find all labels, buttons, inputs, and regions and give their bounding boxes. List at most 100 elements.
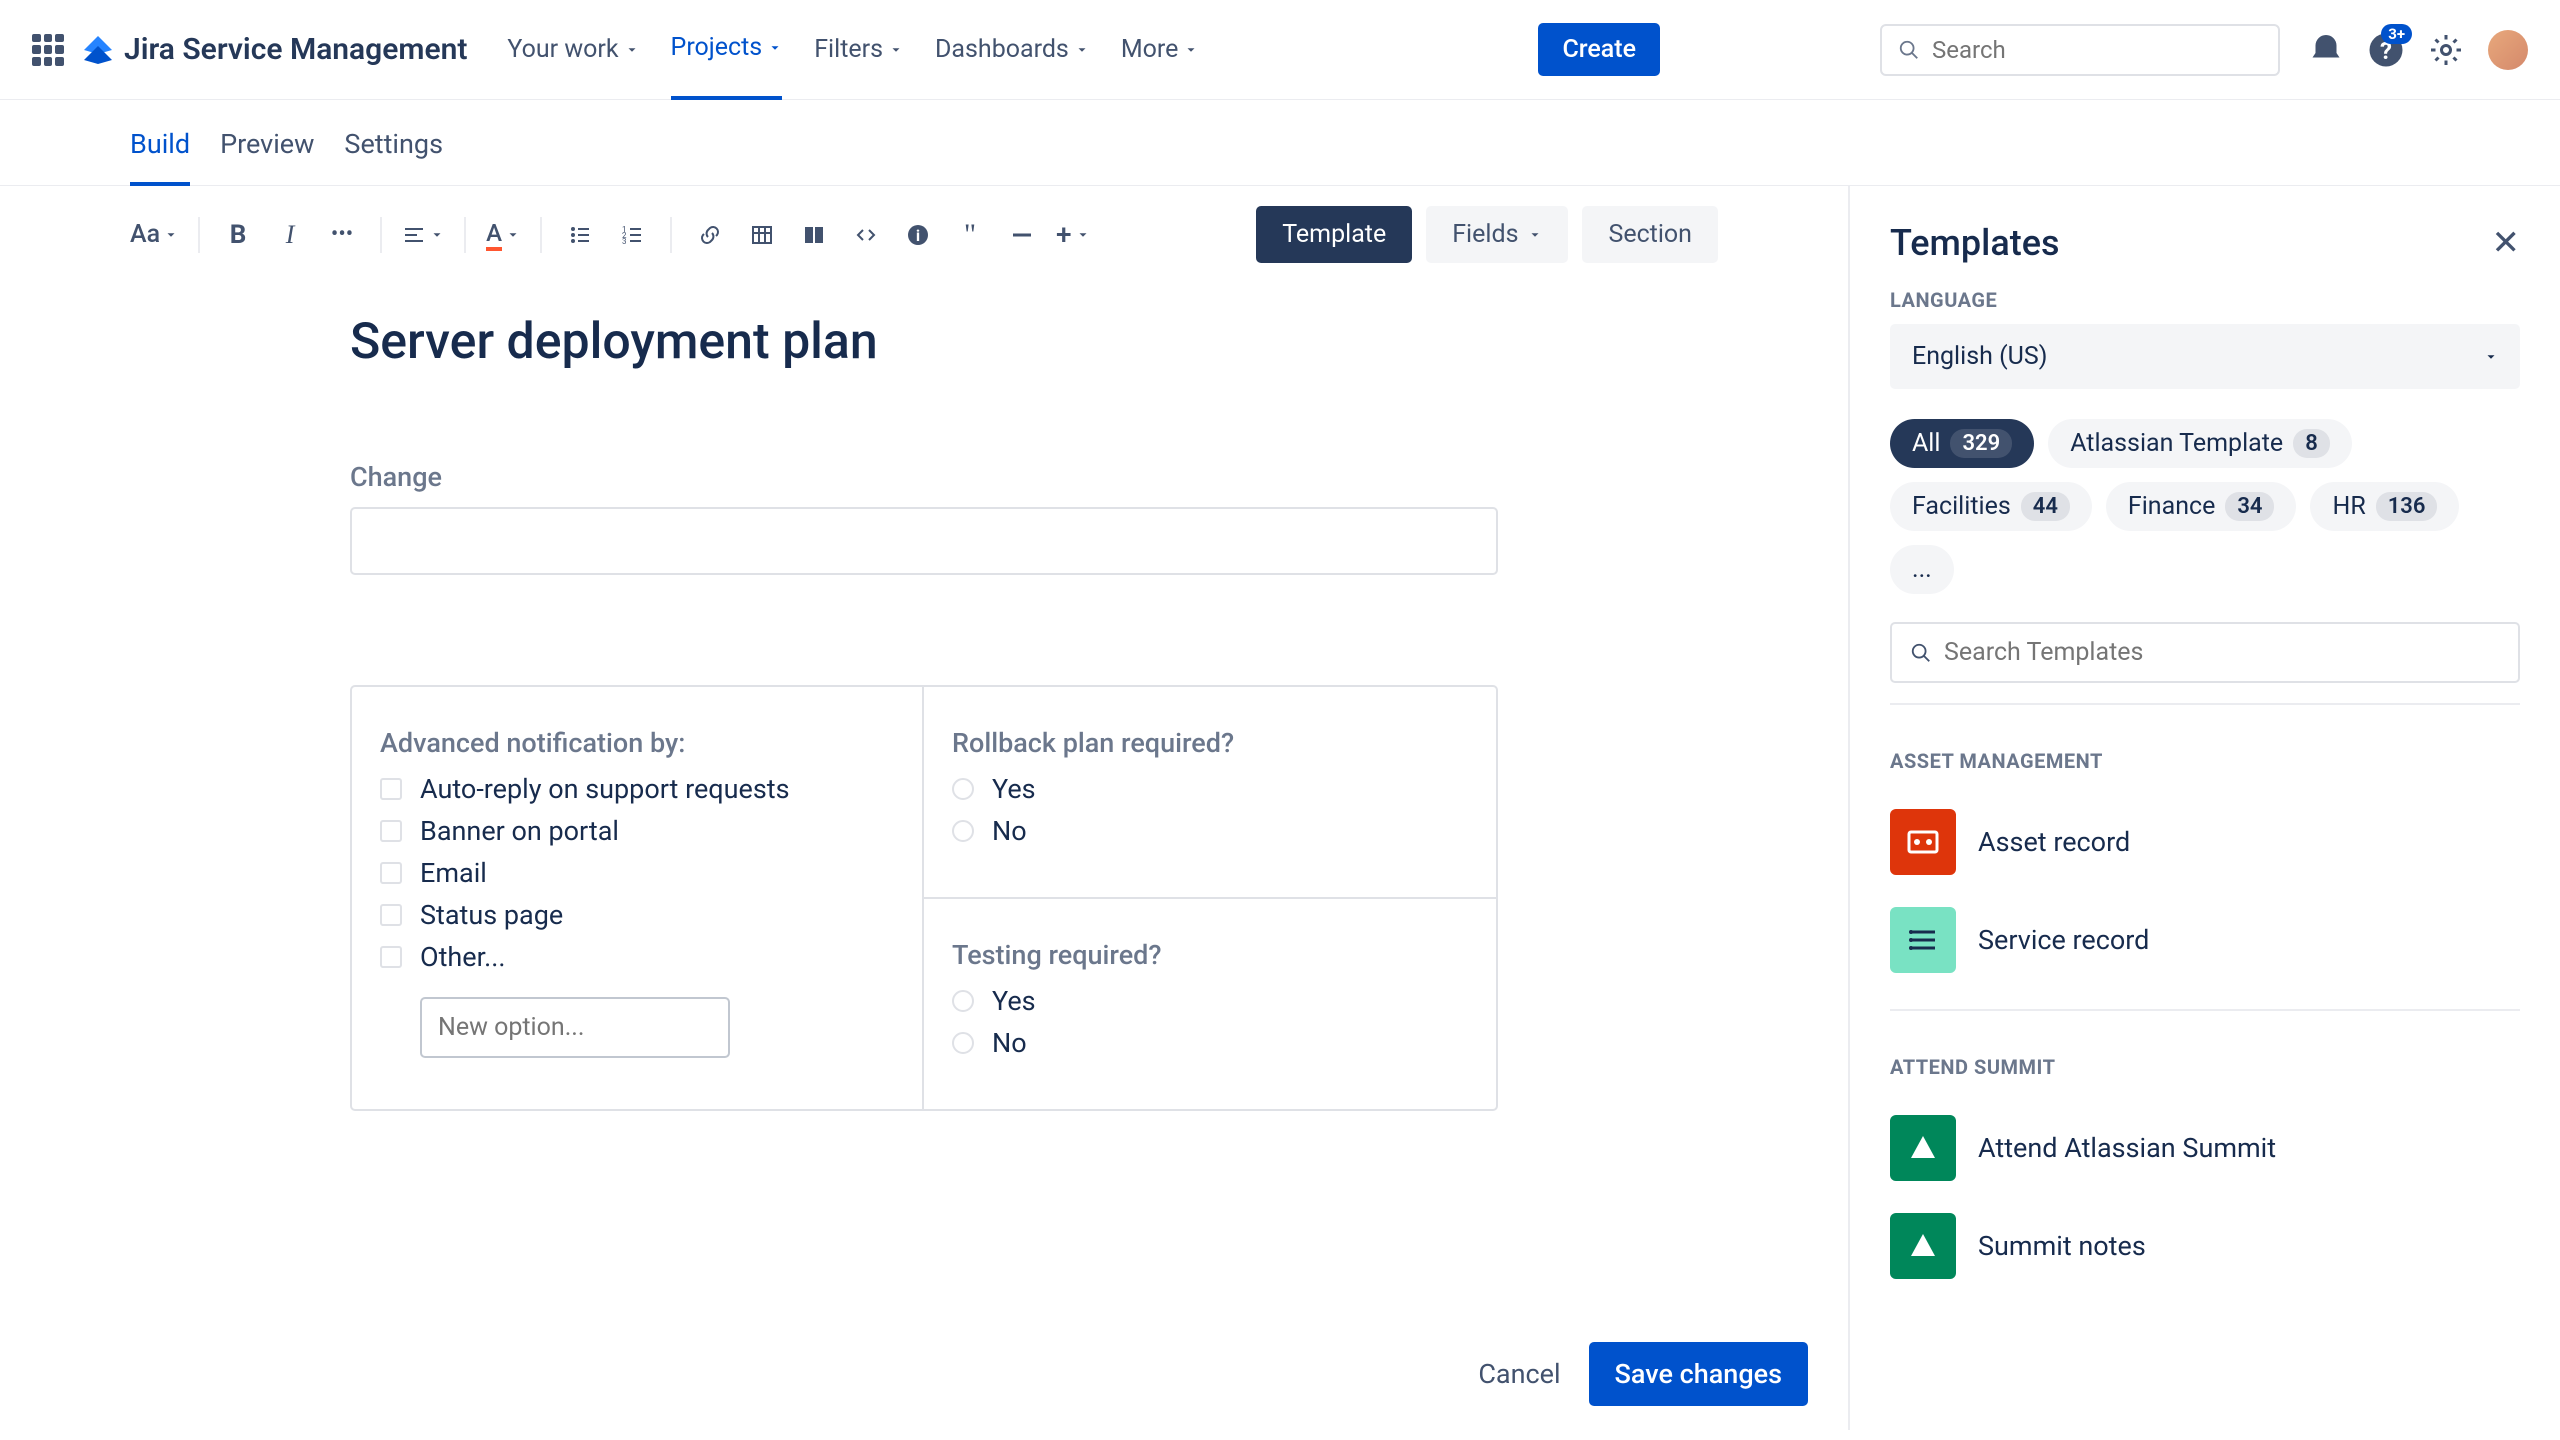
cancel-button[interactable]: Cancel: [1478, 1358, 1560, 1390]
chip-count: 44: [2021, 492, 2070, 521]
notifications-icon[interactable]: [2308, 32, 2344, 68]
checkbox-option[interactable]: Status page: [380, 899, 894, 931]
more-chips[interactable]: ...: [1890, 545, 1954, 594]
create-button[interactable]: Create: [1538, 23, 1660, 76]
close-icon[interactable]: ✕: [2492, 223, 2521, 263]
tab-preview[interactable]: Preview: [220, 128, 314, 185]
tab-settings[interactable]: Settings: [344, 128, 443, 185]
option-label: Email: [420, 857, 487, 889]
radio-option[interactable]: No: [952, 815, 1468, 847]
chip-count: 136: [2376, 492, 2438, 521]
templates-search-input[interactable]: [1944, 638, 2500, 667]
option-label: No: [992, 1027, 1027, 1059]
svg-text:i: i: [916, 226, 920, 245]
tab-build[interactable]: Build: [130, 128, 190, 186]
template-name: Service record: [1978, 924, 2149, 956]
layout-icon[interactable]: [796, 217, 832, 253]
radio-icon: [952, 820, 974, 842]
chip-count: 34: [2225, 492, 2274, 521]
info-icon[interactable]: i: [900, 217, 936, 253]
language-select[interactable]: English (US): [1890, 324, 2520, 389]
chip-label: Facilities: [1912, 492, 2011, 521]
checkbox-option[interactable]: Other...: [380, 941, 894, 973]
nav-more[interactable]: More: [1121, 0, 1199, 100]
template-button[interactable]: Template: [1256, 206, 1412, 263]
align-dropdown[interactable]: [402, 217, 444, 253]
search-icon: [1910, 642, 1932, 664]
checkbox-option[interactable]: Email: [380, 857, 894, 889]
template-icon: [1890, 907, 1956, 973]
template-item[interactable]: Service record: [1890, 891, 2520, 989]
table-icon[interactable]: [744, 217, 780, 253]
fields-button[interactable]: Fields: [1426, 206, 1568, 263]
option-label: No: [992, 815, 1027, 847]
bullet-list-icon[interactable]: [562, 217, 598, 253]
section-button[interactable]: Section: [1582, 206, 1718, 263]
nav-projects[interactable]: Projects: [671, 0, 783, 100]
radio-option[interactable]: No: [952, 1027, 1468, 1059]
editor-toolbar: Aa B I ••• A 123: [0, 186, 1848, 283]
template-item[interactable]: Attend Atlassian Summit: [1890, 1099, 2520, 1197]
global-search[interactable]: [1880, 24, 2280, 76]
nav-dashboards[interactable]: Dashboards: [935, 0, 1089, 100]
radio-option[interactable]: Yes: [952, 773, 1468, 805]
filter-chip[interactable]: Finance 34: [2106, 482, 2297, 531]
filter-chip[interactable]: All 329: [1890, 419, 2034, 468]
help-icon[interactable]: ? 3+: [2368, 32, 2404, 68]
checkbox-option[interactable]: Banner on portal: [380, 815, 894, 847]
option-label: Yes: [992, 985, 1036, 1017]
chevron-down-icon: [2484, 350, 2498, 364]
link-icon[interactable]: [692, 217, 728, 253]
templates-panel-title: Templates: [1890, 222, 2060, 264]
template-item[interactable]: Asset record: [1890, 793, 2520, 891]
chevron-down-icon: [889, 43, 903, 57]
chip-label: All: [1912, 429, 1940, 458]
search-input[interactable]: [1932, 36, 2262, 64]
text-style-dropdown[interactable]: Aa: [130, 217, 178, 253]
checkbox-icon: [380, 904, 402, 926]
italic-icon[interactable]: I: [272, 217, 308, 253]
filter-chip[interactable]: Facilities 44: [1890, 482, 2092, 531]
template-name: Asset record: [1978, 826, 2130, 858]
product-logo[interactable]: Jira Service Management: [82, 32, 467, 67]
new-option-input[interactable]: [420, 997, 730, 1058]
checkbox-icon: [380, 946, 402, 968]
radio-icon: [952, 990, 974, 1012]
radio-icon: [952, 1032, 974, 1054]
template-name: Attend Atlassian Summit: [1978, 1132, 2276, 1164]
numbered-list-icon[interactable]: 123: [614, 217, 650, 253]
rollback-label: Rollback plan required?: [952, 727, 1468, 759]
template-section-head: ASSET MANAGEMENT: [1890, 749, 2520, 773]
divider-icon[interactable]: [1004, 217, 1040, 253]
template-icon: [1890, 1213, 1956, 1279]
change-input[interactable]: [350, 507, 1498, 575]
settings-icon[interactable]: [2428, 32, 2464, 68]
template-icon: [1890, 809, 1956, 875]
filter-chip[interactable]: Atlassian Template8: [2048, 419, 2352, 468]
insert-dropdown[interactable]: +: [1056, 217, 1090, 253]
help-badge: 3+: [2381, 24, 2412, 44]
nav-filters[interactable]: Filters: [814, 0, 903, 100]
chevron-down-icon: [1075, 43, 1089, 57]
search-icon: [1898, 39, 1920, 61]
text-color-dropdown[interactable]: A: [486, 217, 520, 253]
save-changes-button[interactable]: Save changes: [1589, 1342, 1808, 1406]
template-section-head: ATTEND SUMMIT: [1890, 1055, 2520, 1079]
user-avatar[interactable]: [2488, 30, 2528, 70]
bold-icon[interactable]: B: [220, 217, 256, 253]
quote-icon[interactable]: ": [952, 217, 988, 253]
more-formatting-icon[interactable]: •••: [324, 217, 360, 253]
radio-option[interactable]: Yes: [952, 985, 1468, 1017]
templates-search[interactable]: [1890, 622, 2520, 683]
chip-label: Finance: [2128, 492, 2215, 521]
filter-chip[interactable]: HR136: [2310, 482, 2459, 531]
code-icon[interactable]: [848, 217, 884, 253]
app-switcher-icon[interactable]: [32, 34, 64, 66]
checkbox-option[interactable]: Auto-reply on support requests: [380, 773, 894, 805]
option-label: Status page: [420, 899, 563, 931]
document-title[interactable]: Server deployment plan: [350, 313, 1498, 371]
template-item[interactable]: Summit notes: [1890, 1197, 2520, 1295]
nav-your-work[interactable]: Your work: [507, 0, 638, 100]
chip-count: 329: [1950, 429, 2012, 458]
option-label: Yes: [992, 773, 1036, 805]
